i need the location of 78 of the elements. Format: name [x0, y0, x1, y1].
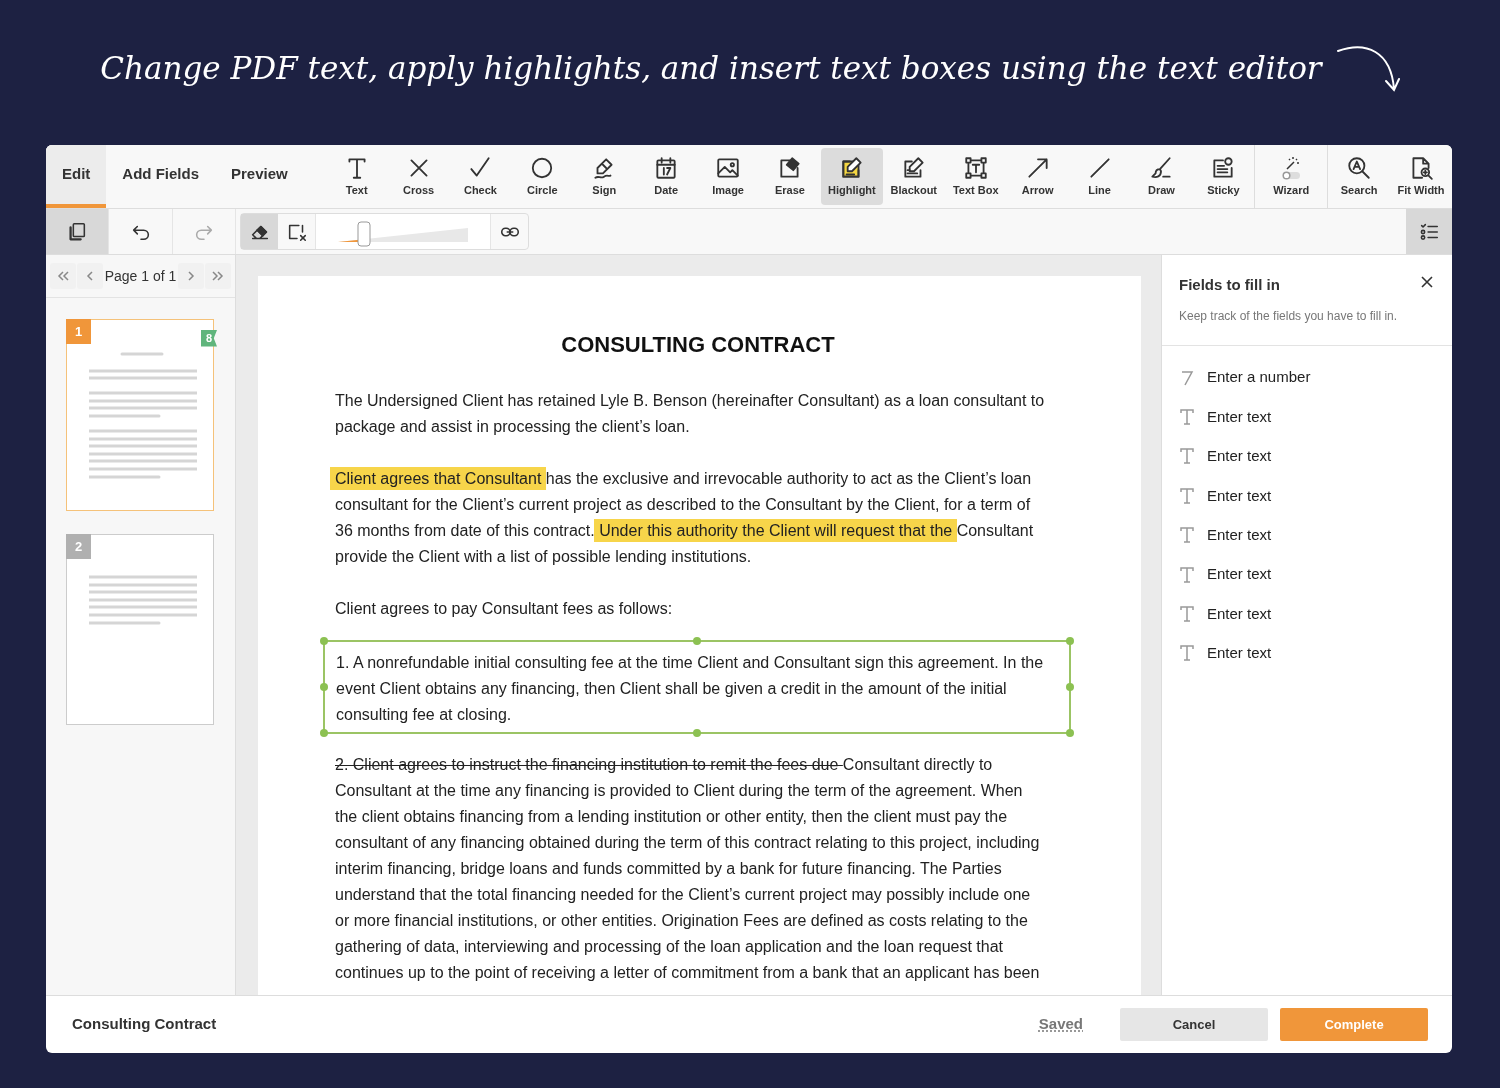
cancel-button[interactable]: Cancel — [1120, 1008, 1268, 1041]
resize-handle[interactable] — [1066, 637, 1074, 646]
resize-handle[interactable] — [693, 637, 701, 646]
tool-button[interactable]: Sign — [573, 148, 636, 205]
tab[interactable]: Preview — [215, 145, 304, 208]
tab[interactable]: Add Fields — [106, 145, 215, 208]
text-field-icon — [1179, 408, 1195, 427]
tool-button[interactable]: Fit Width — [1390, 148, 1452, 205]
panel-subtitle: Keep track of the fields you have to fill in. — [1179, 308, 1399, 325]
text-field-icon — [1179, 565, 1195, 584]
tool-button[interactable]: Highlight — [820, 148, 883, 205]
tool-button[interactable]: Search — [1328, 148, 1391, 205]
headline: Change PDF text, apply highlights, and insert text boxes using the text editor — [100, 49, 1322, 89]
paragraph: 1. A nonrefundable initial consulting fee at the time Client and Consultant sign this agreement. In the event Client obtains any financing, then Client shall be given a credit in the amount of the initial consulting fee at closing. — [336, 653, 1045, 726]
tool-button[interactable]: Blackout — [882, 148, 945, 205]
tool-button[interactable]: Check — [449, 148, 512, 205]
save-status: Saved — [1038, 1014, 1083, 1035]
panel-title: Fields to fill in — [1179, 275, 1280, 295]
field-list-item[interactable]: Enter text — [1162, 476, 1452, 516]
text-box-icon — [962, 154, 989, 181]
field-list-item[interactable]: Enter text — [1162, 633, 1452, 674]
field-list-item[interactable]: Enter text — [1162, 397, 1452, 437]
field-list-item[interactable]: Enter text — [1162, 594, 1452, 634]
document-title: CONSULTING CONTRACT — [560, 332, 836, 359]
paragraph: Client agrees to pay Consultant fees as follows: — [334, 599, 674, 620]
wizard-button[interactable]: Wizard — [1255, 148, 1328, 205]
text-field-icon — [1179, 526, 1195, 545]
tool-button[interactable]: Line — [1068, 148, 1131, 205]
eraser-box-icon — [777, 154, 803, 181]
tool-button[interactable]: Text — [325, 148, 388, 205]
page-number: 2 — [66, 534, 91, 559]
page-indicator: Page 1 of 1 — [104, 266, 177, 286]
pages-panel-button[interactable] — [46, 209, 108, 254]
pager-button[interactable] — [177, 263, 204, 289]
double-chevron-left-icon — [56, 269, 70, 283]
tool-button[interactable]: Circle — [511, 148, 574, 205]
page-number: 1 — [66, 319, 91, 344]
resize-handle[interactable] — [320, 729, 328, 738]
field-list-item[interactable]: Enter a number — [1162, 358, 1452, 398]
resize-handle[interactable] — [320, 637, 328, 646]
tool-button[interactable]: Image — [697, 148, 760, 205]
resize-handle[interactable] — [1066, 729, 1074, 738]
pager-button[interactable] — [205, 263, 231, 289]
text-field-icon — [1179, 644, 1195, 663]
pager-button[interactable] — [77, 263, 104, 289]
tool-button[interactable]: Arrow — [1006, 148, 1069, 205]
tool-button[interactable]: Sticky — [1192, 148, 1255, 205]
resize-handle[interactable] — [693, 729, 701, 738]
paragraph: 2. Client agrees to instruct the financing institution to remit the fees due Consultant directly to Consultant at the time any financing is provided to Client during the term of the agreement. When the client obtains financing from a lending institution or other entity, then the client must pay the consultant of any financing obtained during the term of this contract relating to this project, including interim financing, bridge loans and funds committed by a bank for future financing. The Parties understand that the total financing needed for the Client’s current project may possibly include one or more financial institutions, or other entities. Origination Fees are defined as costs relating to the gathering of data, interviewing and processing of the loan application and the loan request that continues up to the point of receiving a letter of commitment from a bank that an applicant has been — [334, 755, 1041, 984]
tool-button[interactable]: Erase — [759, 148, 821, 205]
pager-button[interactable] — [50, 263, 76, 289]
text-field-icon — [1179, 605, 1195, 624]
pages-icon — [66, 220, 88, 243]
field-list-item[interactable]: Enter text — [1162, 554, 1452, 595]
size-slider[interactable] — [315, 214, 491, 249]
fields-list-button[interactable] — [1406, 209, 1452, 254]
tab[interactable]: Edit — [46, 145, 107, 208]
mode-button[interactable] — [241, 214, 278, 249]
selected-text-box[interactable] — [323, 640, 1071, 735]
search-icon — [1346, 154, 1373, 181]
tool-button[interactable]: Draw — [1130, 148, 1193, 205]
field-count-flag: 8 — [200, 330, 217, 347]
resize-handle[interactable] — [320, 683, 328, 692]
number-field-icon — [1179, 368, 1195, 387]
tool-button[interactable]: Cross — [387, 148, 450, 205]
double-chevron-right-icon — [211, 269, 225, 283]
close-icon[interactable] — [1420, 275, 1434, 289]
slider-thumb[interactable] — [357, 221, 371, 247]
paragraph: Client agrees that Consultant has the exclusive and irrevocable authority to act as the Client’s loan consultant for the Client’s current project as described to the Consultant by the Client, for a term of 36 months from date of this contract. Under this authority the Client will request that the Consultant provide the Client with a list of possible lending institutions. — [329, 466, 1053, 571]
document-name: Consulting Contract — [72, 1014, 218, 1035]
paragraph: The Undersigned Client has retained Lyle B. Benson (hereinafter Consultant) as a loan consultant to package and assist in processing the client’s loan. — [334, 391, 1046, 438]
tool-button[interactable]: Date — [635, 148, 698, 205]
text-field-icon — [1179, 447, 1195, 466]
field-list-item[interactable]: Enter text — [1162, 436, 1452, 477]
resize-handle[interactable] — [1066, 683, 1074, 692]
field-list-item[interactable]: Enter text — [1162, 515, 1452, 555]
tool-button[interactable]: Text Box — [944, 148, 1007, 205]
text-field-icon — [1179, 486, 1195, 505]
